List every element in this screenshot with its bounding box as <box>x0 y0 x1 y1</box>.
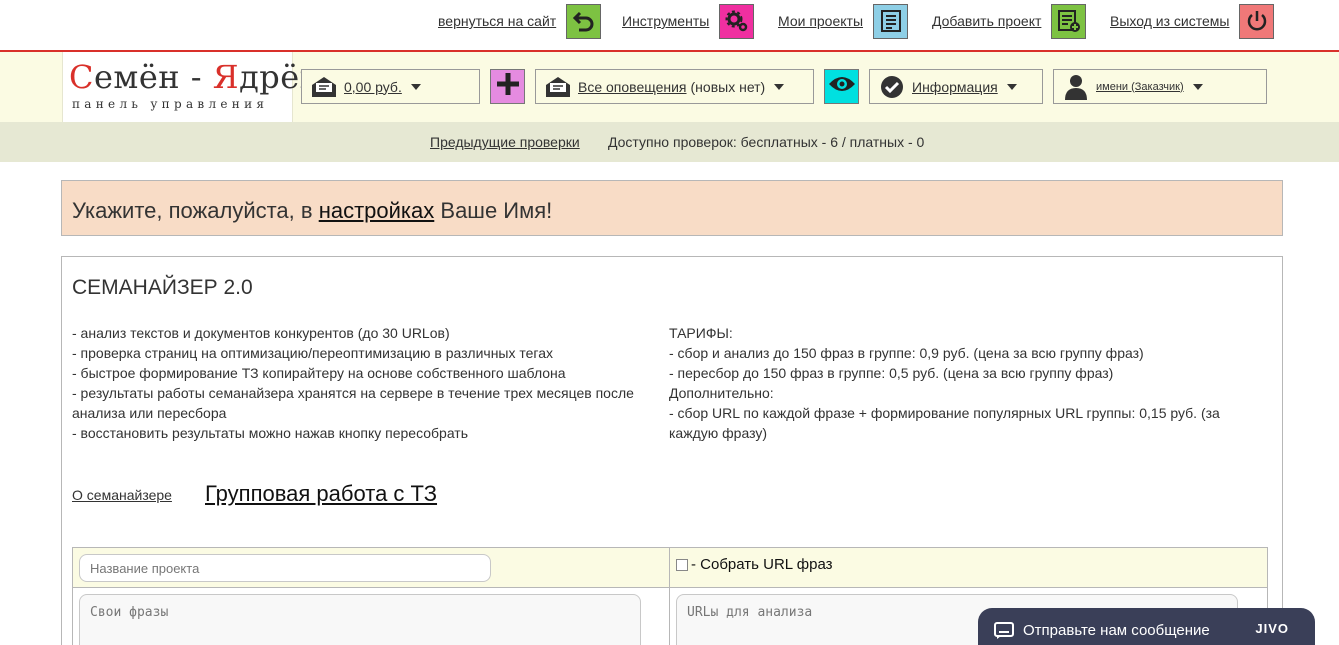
semanalyzer-panel: СЕМАНАЙЗЕР 2.0 - анализ текстов и докуме… <box>61 256 1283 645</box>
collect-urls-checkbox[interactable] <box>676 558 688 571</box>
view-button[interactable] <box>824 69 859 104</box>
chevron-down-icon <box>1192 83 1203 90</box>
check-badge-icon <box>878 73 906 101</box>
wallet-icon <box>310 73 338 101</box>
phrases-cell <box>73 588 670 645</box>
chevron-down-icon <box>410 83 421 90</box>
top-navigation: вернуться на сайт Инструменты Мои проект… <box>0 0 1339 52</box>
nav-add-project[interactable]: Добавить проект <box>932 3 1087 39</box>
feature-item: - результаты работы семанайзера хранятся… <box>72 385 638 421</box>
nav-tools-label[interactable]: Инструменты <box>622 13 709 29</box>
collect-urls-label: - Собрать URL фраз <box>691 556 833 573</box>
name-required-alert: Укажите, пожалуйста, в настройках Ваше И… <box>61 180 1283 236</box>
feature-item: - анализ текстов и документов конкуренто… <box>72 325 450 341</box>
group-work-link[interactable]: Групповая работа с ТЗ <box>205 481 437 507</box>
nav-back-to-site[interactable]: вернуться на сайт <box>438 3 602 39</box>
nav-tools[interactable]: Инструменты <box>622 3 755 39</box>
tariff-item: Дополнительно: <box>669 385 774 401</box>
chat-widget[interactable]: Отправьте нам сообщение JIVO <box>978 608 1315 645</box>
back-arrow-icon[interactable] <box>566 3 602 39</box>
page-title: СЕМАНАЙЗЕР 2.0 <box>72 276 253 299</box>
settings-link[interactable]: настройках <box>319 198 435 223</box>
nav-logout-label[interactable]: Выход из системы <box>1110 13 1229 29</box>
notifications-label[interactable]: Все оповещения <box>578 79 687 95</box>
user-icon <box>1062 73 1090 101</box>
add-list-icon[interactable] <box>1051 3 1087 39</box>
info-dropdown[interactable]: Информация <box>869 69 1043 104</box>
about-semanalyzer-link[interactable]: О семанайзере <box>72 487 172 503</box>
control-bar: Семён - Ядрён панель управления 0,00 руб… <box>0 52 1339 122</box>
logo-title: Семён - Ядрён <box>69 58 322 96</box>
feature-item: - восстановить результаты можно нажав кн… <box>72 425 469 441</box>
add-funds-button[interactable] <box>490 69 525 104</box>
notifications-count: (новых нет) <box>690 78 766 95</box>
balance-label[interactable]: 0,00 руб. <box>344 79 402 95</box>
feature-item: - проверка страниц на оптимизацию/переоп… <box>72 345 554 361</box>
nav-add-project-label[interactable]: Добавить проект <box>932 13 1041 29</box>
chat-widget-label[interactable]: Отправьте нам сообщение <box>1023 622 1210 639</box>
notifications-dropdown[interactable]: Все оповещения (новых нет) <box>535 69 814 104</box>
info-label[interactable]: Информация <box>912 79 998 95</box>
user-menu-dropdown[interactable]: имени (Заказчик) <box>1053 69 1267 104</box>
chevron-down-icon <box>774 83 785 90</box>
collect-urls-cell: - Собрать URL фраз <box>670 548 1267 588</box>
chat-brand-logo: JIVO <box>1255 621 1289 636</box>
tariff-item: - сбор URL по каждой фразе + формировани… <box>669 405 1224 441</box>
user-label[interactable]: имени (Заказчик) <box>1096 81 1184 93</box>
power-icon[interactable] <box>1239 3 1275 39</box>
logo-subtitle: панель управления <box>72 97 269 111</box>
balance-dropdown[interactable]: 0,00 руб. <box>301 69 480 104</box>
eye-icon <box>828 74 856 99</box>
status-bar: Предыдущие проверки Доступно проверок: б… <box>0 122 1339 162</box>
nav-back-to-site-label[interactable]: вернуться на сайт <box>438 13 556 29</box>
feature-list: - анализ текстов и документов конкуренто… <box>72 323 652 443</box>
nav-my-projects[interactable]: Мои проекты <box>778 3 909 39</box>
envelope-icon <box>544 73 572 101</box>
tariff-list: ТАРИФЫ: - сбор и анализ до 150 фраз в гр… <box>669 323 1229 443</box>
chevron-down-icon <box>1006 83 1017 90</box>
gears-icon[interactable] <box>719 3 755 39</box>
tariff-item: ТАРИФЫ: <box>669 325 733 341</box>
nav-logout[interactable]: Выход из системы <box>1110 3 1275 39</box>
tariff-item: - сбор и анализ до 150 фраз в группе: 0,… <box>669 345 1144 361</box>
project-name-cell <box>73 548 670 588</box>
project-name-input[interactable] <box>79 554 491 582</box>
alert-message: Укажите, пожалуйста, в настройках Ваше И… <box>72 198 553 223</box>
previous-checks-link[interactable]: Предыдущие проверки <box>430 134 580 150</box>
collect-urls-option[interactable]: - Собрать URL фраз <box>676 556 833 573</box>
tariff-item: - пересбор до 150 фраз в группе: 0,5 руб… <box>669 365 1114 381</box>
message-icon <box>994 621 1014 640</box>
nav-my-projects-label[interactable]: Мои проекты <box>778 13 863 29</box>
list-icon[interactable] <box>873 3 909 39</box>
plus-icon <box>495 71 521 102</box>
phrases-textarea[interactable] <box>79 594 641 645</box>
feature-item: - быстрое формирование ТЗ копирайтеру на… <box>72 365 566 381</box>
available-checks-text: Доступно проверок: бесплатных - 6 / плат… <box>608 134 925 150</box>
logo[interactable]: Семён - Ядрён панель управления <box>62 52 321 122</box>
